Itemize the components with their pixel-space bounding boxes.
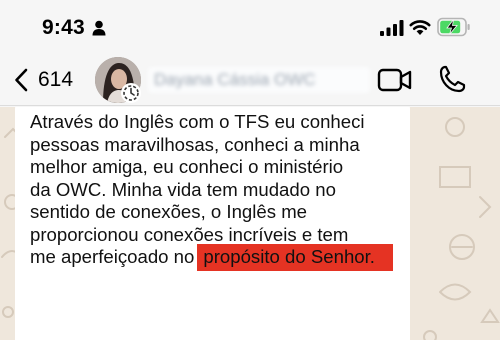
- message-bubble[interactable]: Através do Inglês com o TFS eu conheci p…: [15, 107, 410, 340]
- unread-count: 614: [38, 68, 74, 91]
- phone-icon[interactable]: [438, 64, 466, 94]
- back-button[interactable]: 614: [8, 58, 78, 102]
- status-bar: 9:43: [0, 0, 500, 54]
- contact-name[interactable]: Dayana Cássia OWC: [148, 67, 370, 93]
- chevron-left-icon: [15, 68, 28, 92]
- video-camera-icon[interactable]: [377, 66, 413, 94]
- status-time: 9:43: [42, 16, 85, 39]
- message-highlight: propósito do Senhor.: [197, 244, 393, 271]
- battery-charging-icon: [437, 17, 470, 37]
- chat-header: 614 Dayana Cássia OWC: [0, 54, 500, 106]
- message-text[interactable]: Através do Inglês com o TFS eu conheci p…: [30, 111, 410, 271]
- person-icon: [92, 20, 106, 36]
- status-ring-icon: [121, 83, 141, 103]
- chat-area[interactable]: Através do Inglês com o TFS eu conheci p…: [0, 107, 500, 340]
- signal-icon: [380, 20, 404, 36]
- wifi-icon: [409, 20, 431, 35]
